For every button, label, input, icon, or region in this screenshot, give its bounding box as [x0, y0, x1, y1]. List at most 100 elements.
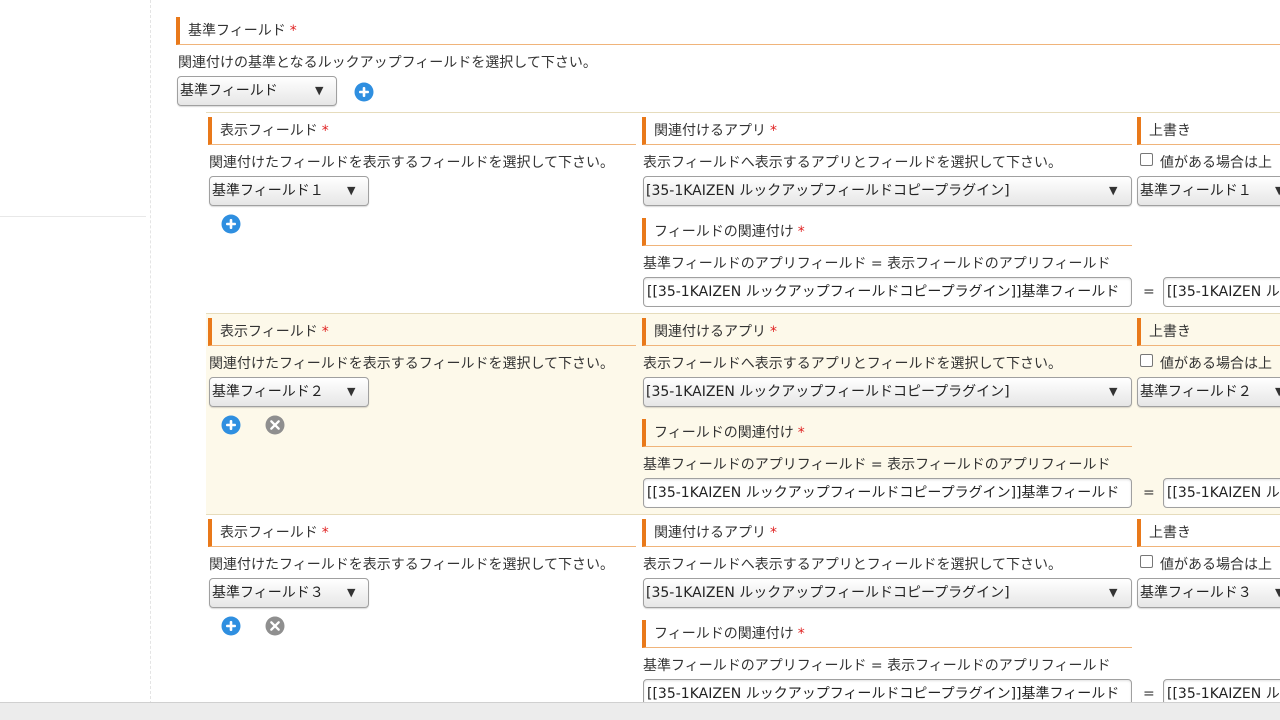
required-mark: * [770, 324, 777, 340]
association-left-value: [[35-1KAIZEN ルックアップフィールドコピープラグイン]]基準フィール… [647, 485, 1120, 501]
display-field-select-value: 基準フィールド３ [212, 585, 324, 601]
field-association-title: フィールドの関連付け [654, 425, 794, 441]
equals-sign: = [1143, 485, 1155, 501]
display-field-description: 関連付けたフィールドを表示するフィールドを選択して下さい。 [209, 356, 615, 372]
overwrite-title: 上書き [1149, 123, 1191, 139]
overwrite-field-select-value: 基準フィールド２ [1140, 384, 1252, 400]
related-app-header: 関連付けるアプリ * [642, 318, 1132, 346]
association-left-field[interactable]: [[35-1KAIZEN ルックアップフィールドコピープラグイン]]基準フィール… [643, 277, 1132, 307]
required-mark: * [770, 123, 777, 139]
overwrite-field-select[interactable]: 基準フィールド１ ▼ [1137, 176, 1280, 206]
association-right-field[interactable]: [[35-1KAIZEN ルックアップ [1163, 277, 1280, 307]
chevron-down-icon: ▼ [1109, 184, 1118, 197]
left-panel-divider [0, 216, 146, 217]
required-mark: * [797, 626, 805, 642]
required-mark: * [797, 224, 805, 240]
display-field-select-value: 基準フィールド１ [212, 183, 324, 199]
plus-circle-icon[interactable] [354, 82, 374, 102]
overwrite-title: 上書き [1149, 324, 1191, 340]
field-association-header: フィールドの関連付け * [642, 620, 1132, 648]
association-right-value: [[35-1KAIZEN ルックアップ [1167, 284, 1280, 300]
required-mark: * [770, 525, 777, 541]
related-app-select[interactable]: [35-1KAIZEN ルックアップフィールドコピープラグイン] ▼ [643, 578, 1132, 608]
display-field-header: 表示フィールド * [208, 117, 636, 145]
overwrite-field-select-value: 基準フィールド３ [1140, 585, 1252, 601]
display-field-title: 表示フィールド [220, 324, 318, 340]
overwrite-checkbox[interactable] [1140, 354, 1153, 367]
field-association-header: フィールドの関連付け * [642, 218, 1132, 246]
related-app-select[interactable]: [35-1KAIZEN ルックアップフィールドコピープラグイン] ▼ [643, 377, 1132, 407]
display-field-select[interactable]: 基準フィールド２ ▼ [209, 377, 369, 407]
chevron-down-icon: ▼ [1275, 579, 1280, 607]
related-app-header: 関連付けるアプリ * [642, 519, 1132, 547]
horizontal-scrollbar[interactable] [0, 702, 1280, 720]
association-left-value: [[35-1KAIZEN ルックアップフィールドコピープラグイン]]基準フィール… [647, 284, 1120, 300]
plus-circle-icon[interactable] [221, 616, 241, 636]
field-association-description: 基準フィールドのアプリフィールド = 表示フィールドのアプリフィールド [643, 658, 1111, 674]
field-association-description: 基準フィールドのアプリフィールド = 表示フィールドのアプリフィールド [643, 256, 1111, 272]
overwrite-label: 値がある場合は上 [1160, 155, 1272, 171]
display-field-description: 関連付けたフィールドを表示するフィールドを選択して下さい。 [209, 155, 615, 171]
overwrite-title: 上書き [1149, 525, 1191, 541]
base-field-select-value: 基準フィールド [180, 83, 278, 99]
related-app-title: 関連付けるアプリ [654, 324, 766, 340]
association-right-value: [[35-1KAIZEN ルックアップ [1167, 686, 1280, 702]
chevron-down-icon: ▼ [1109, 385, 1118, 398]
association-left-value: [[35-1KAIZEN ルックアップフィールドコピープラグイン]]基準フィール… [647, 686, 1120, 702]
overwrite-label: 値がある場合は上 [1160, 557, 1272, 573]
equals-sign: = [1143, 686, 1155, 702]
display-field-description: 関連付けたフィールドを表示するフィールドを選択して下さい。 [209, 557, 615, 573]
related-app-title: 関連付けるアプリ [654, 525, 766, 541]
base-field-description: 関連付けの基準となるルックアップフィールドを選択して下さい。 [178, 55, 597, 71]
required-mark: * [797, 425, 805, 441]
chevron-down-icon: ▼ [347, 385, 356, 398]
overwrite-header: 上書き [1137, 519, 1280, 547]
related-app-select-value: [35-1KAIZEN ルックアップフィールドコピープラグイン] [646, 384, 1010, 400]
overwrite-checkbox[interactable] [1140, 153, 1153, 166]
field-association-description: 基準フィールドのアプリフィールド = 表示フィールドのアプリフィールド [643, 457, 1111, 473]
display-field-select-value: 基準フィールド２ [212, 384, 324, 400]
overwrite-header: 上書き [1137, 117, 1280, 145]
left-panel [0, 0, 151, 719]
related-app-select-value: [35-1KAIZEN ルックアップフィールドコピープラグイン] [646, 183, 1010, 199]
base-field-header: 基準フィールド * [176, 17, 1280, 45]
related-app-title: 関連付けるアプリ [654, 123, 766, 139]
display-field-header: 表示フィールド * [208, 519, 636, 547]
related-app-select[interactable]: [35-1KAIZEN ルックアップフィールドコピープラグイン] ▼ [643, 176, 1132, 206]
base-field-title: 基準フィールド [188, 23, 286, 39]
close-circle-icon[interactable] [265, 415, 285, 435]
association-right-field[interactable]: [[35-1KAIZEN ルックアップ [1163, 478, 1280, 508]
related-app-select-value: [35-1KAIZEN ルックアップフィールドコピープラグイン] [646, 585, 1010, 601]
plus-circle-icon[interactable] [221, 415, 241, 435]
close-circle-icon[interactable] [265, 616, 285, 636]
association-right-value: [[35-1KAIZEN ルックアップ [1167, 485, 1280, 501]
chevron-down-icon: ▼ [347, 586, 356, 599]
field-association-header: フィールドの関連付け * [642, 419, 1132, 447]
association-left-field[interactable]: [[35-1KAIZEN ルックアップフィールドコピープラグイン]]基準フィール… [643, 478, 1132, 508]
display-field-header: 表示フィールド * [208, 318, 636, 346]
equals-sign: = [1143, 284, 1155, 300]
related-app-header: 関連付けるアプリ * [642, 117, 1132, 145]
required-mark: * [289, 23, 297, 39]
overwrite-field-select-value: 基準フィールド１ [1140, 183, 1252, 199]
display-field-title: 表示フィールド [220, 525, 318, 541]
required-mark: * [321, 525, 329, 541]
chevron-down-icon: ▼ [315, 84, 324, 97]
base-field-select[interactable]: 基準フィールド ▼ [177, 76, 337, 106]
plus-circle-icon[interactable] [221, 214, 241, 234]
display-field-title: 表示フィールド [220, 123, 318, 139]
required-mark: * [321, 324, 329, 340]
overwrite-field-select[interactable]: 基準フィールド２ ▼ [1137, 377, 1280, 407]
related-app-description: 表示フィールドへ表示するアプリとフィールドを選択して下さい。 [643, 557, 1063, 573]
overwrite-checkbox[interactable] [1140, 555, 1153, 568]
overwrite-header: 上書き [1137, 318, 1280, 346]
field-association-title: フィールドの関連付け [654, 626, 794, 642]
display-field-select[interactable]: 基準フィールド１ ▼ [209, 176, 369, 206]
overwrite-field-select[interactable]: 基準フィールド３ ▼ [1137, 578, 1280, 608]
field-association-title: フィールドの関連付け [654, 224, 794, 240]
related-app-description: 表示フィールドへ表示するアプリとフィールドを選択して下さい。 [643, 356, 1063, 372]
chevron-down-icon: ▼ [347, 184, 356, 197]
display-field-select[interactable]: 基準フィールド３ ▼ [209, 578, 369, 608]
chevron-down-icon: ▼ [1109, 586, 1118, 599]
chevron-down-icon: ▼ [1275, 177, 1280, 205]
